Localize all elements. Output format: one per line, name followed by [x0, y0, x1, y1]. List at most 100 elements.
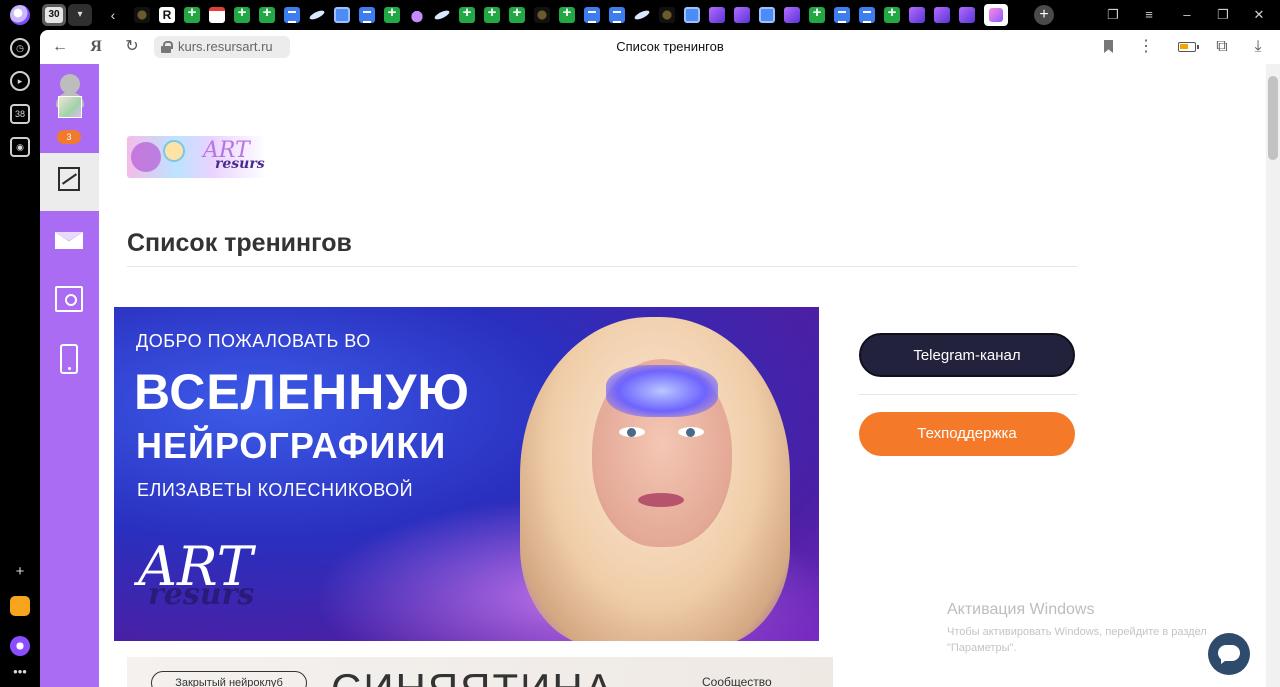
browser-tab[interactable] [884, 4, 900, 23]
chat-bubble-icon [1218, 645, 1240, 661]
minimize-icon[interactable]: – [1176, 4, 1198, 26]
sidebar-badge[interactable]: 38 [10, 104, 30, 124]
browser-tab[interactable] [384, 4, 400, 23]
yandex-icon[interactable]: Я [84, 36, 108, 58]
browser-tab[interactable] [234, 4, 250, 23]
browser-tab[interactable] [909, 7, 925, 23]
banner-line-1: ДОБРО ПОЖАЛОВАТЬ ВО [136, 331, 371, 351]
back-arrow-icon[interactable]: ← [48, 36, 72, 58]
browser-tab[interactable] [634, 7, 650, 23]
browser-tab[interactable] [459, 4, 475, 23]
phone-icon [60, 344, 78, 374]
browser-tab[interactable] [809, 4, 825, 23]
browser-tab[interactable] [434, 7, 450, 23]
avatar[interactable] [56, 74, 84, 120]
alice-icon[interactable] [10, 636, 30, 656]
browser-tab[interactable] [759, 7, 775, 23]
telegram-channel-button[interactable]: Telegram-канал [859, 333, 1075, 377]
browser-tab[interactable] [934, 7, 950, 23]
play-icon[interactable]: ▸ [10, 71, 30, 91]
divider [127, 266, 1077, 267]
browser-tab[interactable] [509, 4, 525, 23]
new-tab-button[interactable]: + [1034, 5, 1054, 25]
browser-tab[interactable] [284, 7, 300, 23]
close-icon[interactable]: ✕ [1248, 4, 1270, 26]
training-banner[interactable]: ДОБРО ПОЖАЛОВАТЬ ВО ВСЕЛЕННУЮ НЕЙРОГРАФИ… [114, 307, 819, 641]
browser-tab[interactable] [534, 7, 550, 23]
chat-button[interactable] [1208, 633, 1250, 675]
browser-tab[interactable] [409, 7, 425, 23]
chevron-down-icon[interactable]: ▾ [68, 4, 92, 26]
menu-icon[interactable]: ≡ [1138, 4, 1160, 26]
browser-tab[interactable] [984, 4, 1008, 26]
browser-sidebar: ◷ ▸ 38 ◉ + ••• [0, 30, 40, 687]
battery-saver-icon[interactable] [1178, 42, 1199, 52]
portrait-image [514, 307, 819, 641]
site-sidebar: 3 [40, 64, 99, 687]
browser-tab[interactable] [709, 7, 725, 23]
banner-line-3: НЕЙРОГРАФИКИ [136, 425, 447, 466]
browser-tab[interactable] [959, 7, 975, 23]
browser-tabstrip: 30 ▾ ‹ R + ❐ ≡ – ❐ ✕ [0, 0, 1280, 30]
download-icon[interactable]: ⤓ [1246, 36, 1270, 58]
browser-tab[interactable] [659, 7, 675, 23]
extensions-icon[interactable]: ⧉ [1210, 36, 1234, 58]
browser-tab[interactable] [684, 7, 700, 23]
browser-tab[interactable] [834, 7, 850, 23]
browser-tab[interactable] [859, 7, 875, 23]
page-scrollbar[interactable] [1266, 64, 1280, 687]
yandex-browser-logo-icon[interactable] [10, 5, 30, 25]
nav-item-mobile[interactable] [40, 330, 99, 388]
windows-activation-title: Активация Windows [947, 601, 1095, 618]
browser-tab[interactable] [134, 7, 150, 23]
browser-tab[interactable] [784, 7, 800, 23]
lock-icon[interactable] [161, 41, 173, 53]
browser-tab[interactable] [259, 4, 275, 23]
safe-icon [55, 286, 83, 312]
nav-item-messages[interactable] [40, 211, 99, 269]
divider [859, 394, 1077, 395]
browser-tab[interactable] [584, 7, 600, 23]
screenshot-icon[interactable]: ◉ [10, 137, 30, 157]
more-vertical-icon[interactable]: ⋮ [1134, 36, 1158, 58]
chart-board-icon [58, 167, 80, 191]
browser-tab[interactable] [484, 4, 500, 23]
page-title: Список тренингов [127, 229, 352, 257]
banner2-tag: Закрытый нейроклуб [151, 671, 307, 687]
add-icon[interactable]: + [10, 562, 30, 582]
browser-tab[interactable]: R [159, 7, 175, 23]
banner-line-4: ЕЛИЗАВЕТЫ КОЛЕСНИКОВОЙ [137, 480, 414, 500]
nav-item-safe[interactable] [40, 271, 99, 329]
banner2-title: СИНЯЯТИНА [331, 665, 615, 687]
notification-badge[interactable]: 3 [57, 130, 81, 144]
restore-icon[interactable]: ❐ [1212, 4, 1234, 26]
tab-count-button[interactable]: 30 [42, 4, 66, 26]
browser-tab[interactable] [184, 4, 200, 23]
nav-item-trainings[interactable] [40, 153, 99, 211]
browser-tab[interactable] [734, 7, 750, 23]
scrollbar-thumb[interactable] [1268, 76, 1278, 160]
browser-tab[interactable] [309, 7, 325, 23]
browser-tab[interactable] [359, 7, 375, 23]
browser-tab[interactable] [209, 7, 225, 23]
browser-tab[interactable] [609, 7, 625, 23]
main-content: ART resurs Список тренингов ДОБРО ПОЖАЛО… [99, 64, 1266, 687]
site-logo[interactable]: ART resurs [127, 136, 267, 178]
browser-tab[interactable] [334, 7, 350, 23]
banner-line-2: ВСЕЛЕННУЮ [134, 364, 470, 420]
training-banner-2[interactable]: Закрытый нейроклуб СИНЯЯТИНА Сообщество [127, 657, 833, 687]
history-icon[interactable]: ◷ [10, 38, 30, 58]
banner-logo-resurs: resurs [148, 577, 255, 612]
reload-icon[interactable]: ↻ [120, 36, 144, 58]
logo-resurs-text: resurs [215, 156, 265, 172]
more-icon[interactable]: ••• [10, 662, 30, 682]
browser-tab[interactable] [559, 4, 575, 23]
support-button[interactable]: Техподдержка [859, 412, 1075, 456]
bookmark-icon[interactable] [1104, 40, 1113, 53]
browser-tabs: R [134, 4, 1008, 26]
mail-icon[interactable] [10, 596, 30, 616]
tab-count: 30 [45, 7, 63, 23]
collections-icon[interactable]: ❐ [1102, 4, 1124, 26]
url-field[interactable]: kurs.resursart.ru [154, 36, 290, 58]
tabs-scroll-left-icon[interactable]: ‹ [104, 4, 122, 26]
